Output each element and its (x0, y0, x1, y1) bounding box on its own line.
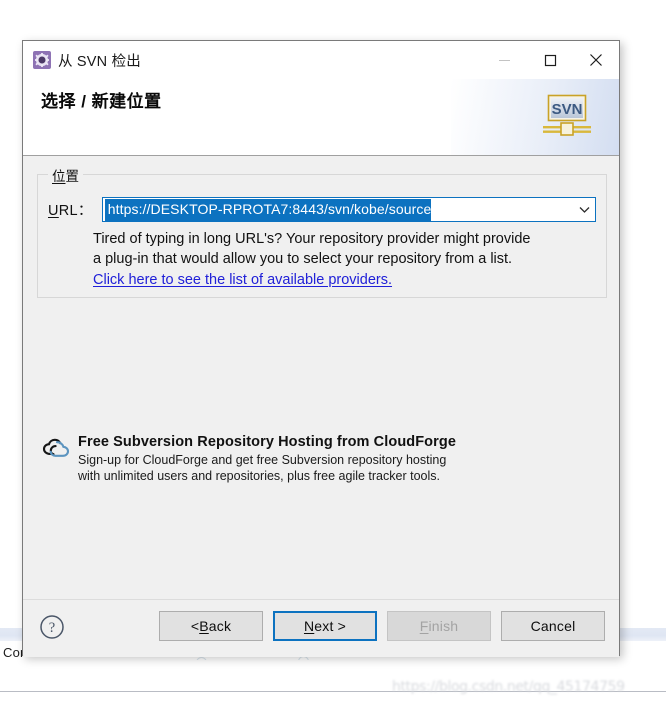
dialog-header: 从 SVN 检出 选择 / 新建位置 SVN (23, 41, 619, 156)
url-label: URL： (48, 199, 93, 220)
url-hint-line-2: a plug-in that would allow you to select… (93, 251, 513, 267)
maximize-icon (544, 54, 556, 66)
close-button[interactable] (573, 41, 619, 79)
location-groupbox-legend: 位置 (48, 165, 83, 185)
finish-button: Finish (387, 611, 491, 641)
cloudforge-promo: Free Subversion Repository Hosting from … (41, 434, 599, 484)
back-button-mnemonic: B (199, 618, 209, 634)
dialog-footer: ? < Back Next > Finish Cancel (23, 599, 619, 657)
dialog-title: 从 SVN 检出 (58, 53, 141, 70)
location-legend-rest: 置 (65, 169, 80, 184)
minimize-button[interactable] (481, 41, 527, 79)
svg-text:SVN: SVN (552, 101, 583, 118)
cloudforge-promo-text: Free Subversion Repository Hosting from … (78, 434, 456, 484)
cloudforge-promo-title: Free Subversion Repository Hosting from … (78, 434, 457, 450)
cloudforge-promo-sub-line-2: with unlimited users and repositories, p… (78, 469, 440, 483)
cancel-button-rest: Cancel (530, 618, 576, 634)
back-button-rest: ack (208, 618, 232, 634)
next-button-mnemonic: N (303, 618, 315, 634)
url-input[interactable]: https://DESKTOP-RPROTA7:8443/svn/kobe/so… (104, 198, 432, 221)
help-question-icon: ? (40, 615, 64, 639)
dialog-titlebar: 从 SVN 检出 (23, 41, 619, 79)
url-hint-line-1: Tired of typing in long URL's? Your repo… (93, 231, 531, 247)
url-hint-text: Tired of typing in long URL's? Your repo… (93, 229, 596, 269)
help-button[interactable]: ? (39, 613, 67, 641)
back-button-prefix: < (190, 618, 200, 634)
url-row: URL： https://DESKTOP-RPROTA7:8443/svn/ko… (48, 197, 596, 222)
svg-text:?: ? (49, 620, 55, 636)
watermark-text: https://blog.csdn.net/qq_45174759 (392, 679, 625, 695)
cloudforge-promo-subtitle: Sign-up for CloudForge and get free Subv… (78, 452, 456, 484)
url-dropdown-button[interactable] (573, 198, 595, 221)
finish-button-rest: inish (428, 618, 459, 634)
svn-logo-icon: SVN (540, 93, 594, 141)
chevron-down-icon (579, 206, 589, 213)
cancel-button[interactable]: Cancel (501, 611, 605, 641)
dialog-banner: 选择 / 新建位置 (23, 79, 619, 112)
url-combobox[interactable]: https://DESKTOP-RPROTA7:8443/svn/kobe/so… (101, 197, 596, 222)
maximize-button[interactable] (527, 41, 573, 79)
cloudforge-promo-sub-line-1: Sign-up for CloudForge and get free Subv… (78, 453, 447, 467)
cloudforge-cloud-icon (41, 437, 71, 459)
minimize-icon (498, 59, 510, 61)
page-title: 选择 / 新建位置 (41, 92, 162, 111)
dialog-body: 位置 URL： https://DESKTOP-RPROTA7:8443/svn… (23, 156, 619, 599)
next-button-rest: ext > (314, 618, 347, 634)
window-controls (481, 41, 619, 79)
location-legend-mnemonic: 位 (52, 169, 66, 184)
available-providers-link[interactable]: Click here to see the list of available … (93, 272, 392, 288)
url-label-rest: RL： (58, 203, 93, 219)
next-button[interactable]: Next > (273, 611, 377, 641)
wizard-button-row: < Back Next > Finish Cancel (159, 611, 605, 641)
finish-button-mnemonic: F (419, 618, 429, 634)
svn-checkout-dialog: 从 SVN 检出 选择 / 新建位置 SVN 位置 URL： https://D… (22, 40, 620, 657)
close-icon (590, 54, 602, 66)
location-groupbox: 位置 URL： https://DESKTOP-RPROTA7:8443/svn… (37, 165, 607, 298)
url-label-mnemonic: U (48, 203, 59, 219)
back-button[interactable]: < Back (159, 611, 263, 641)
svn-checkout-gear-icon (33, 51, 51, 69)
